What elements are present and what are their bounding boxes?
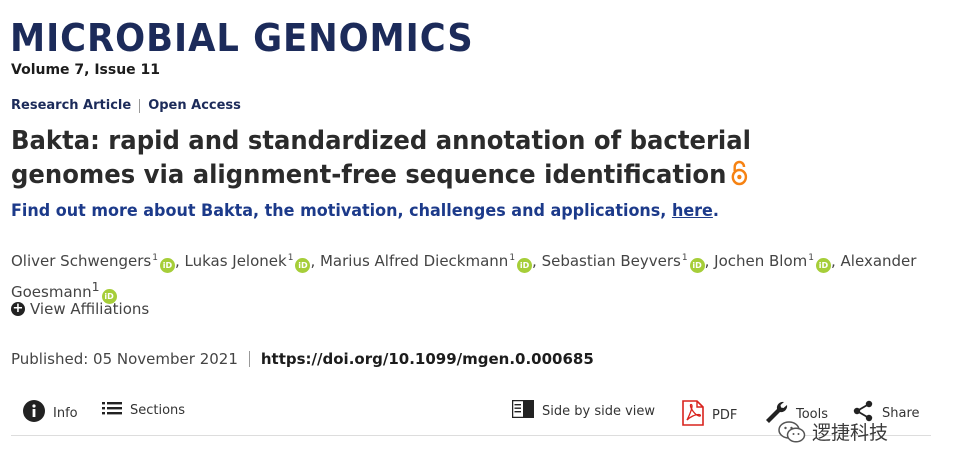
info-button[interactable]: Info xyxy=(23,400,78,426)
pdf-button[interactable]: PDF xyxy=(682,400,737,430)
author-list: Oliver Schwengers1iD, Lukas Jelonek1iD, … xyxy=(11,246,946,305)
meta-divider xyxy=(139,98,141,113)
watermark-text: 逻捷科技 xyxy=(812,422,889,444)
side-by-side-button[interactable]: Side by side view xyxy=(511,399,655,422)
author-name[interactable]: Oliver Schwengers xyxy=(11,252,151,270)
volume-issue[interactable]: Volume 7, Issue 11 xyxy=(11,62,160,78)
info-label[interactable]: Info xyxy=(53,406,78,421)
pdf-icon xyxy=(682,400,704,430)
here-link[interactable]: here xyxy=(672,201,713,221)
published-divider xyxy=(248,351,250,367)
find-out-text: Find out more about Bakta, the motivatio… xyxy=(11,201,672,221)
side-by-side-label[interactable]: Side by side view xyxy=(542,404,655,419)
view-affiliations-label[interactable]: View Affiliations xyxy=(30,300,149,318)
orcid-icon[interactable]: iD xyxy=(816,258,831,273)
find-out-more: Find out more about Bakta, the motivatio… xyxy=(11,201,719,221)
affiliation-marker: 1 xyxy=(808,253,814,263)
author[interactable]: Marius Alfred Dieckmann1iD xyxy=(320,252,533,273)
article-title: Bakta: rapid and standardized annotation… xyxy=(11,124,881,195)
author-name[interactable]: Marius Alfred Dieckmann xyxy=(320,252,508,270)
author-name[interactable]: Sebastian Beyvers xyxy=(542,252,681,270)
orcid-icon[interactable]: iD xyxy=(689,258,705,273)
affiliation-marker: 1 xyxy=(681,253,688,263)
doi-link[interactable]: https://doi.org/10.1099/mgen.0.000685 xyxy=(261,350,594,368)
author[interactable]: Lukas Jelonek1iD xyxy=(184,252,311,273)
sections-label[interactable]: Sections xyxy=(130,403,185,418)
access-type: Open Access xyxy=(148,98,241,113)
affiliation-marker: 1 xyxy=(152,253,158,263)
publication-info: Published: 05 November 2021 https://doi.… xyxy=(11,350,594,368)
orcid-icon[interactable]: iD xyxy=(159,258,175,273)
affiliation-marker: 1 xyxy=(287,253,294,263)
plus-circle-icon: + xyxy=(11,301,25,316)
orcid-icon[interactable]: iD xyxy=(517,258,533,273)
author-name[interactable]: Jochen Blom xyxy=(714,252,807,270)
watermark: 逻捷科技 xyxy=(778,418,888,445)
sections-button[interactable]: Sections xyxy=(102,400,185,420)
author-name[interactable]: Lukas Jelonek xyxy=(184,252,286,270)
pdf-label[interactable]: PDF xyxy=(712,408,737,423)
published-date: Published: 05 November 2021 xyxy=(11,350,238,368)
open-access-icon xyxy=(730,160,749,195)
author[interactable]: Jochen Blom1iD xyxy=(714,252,831,273)
info-icon xyxy=(23,400,45,426)
article-title-text: Bakta: rapid and standardized annotation… xyxy=(11,126,752,190)
article-type: Research Article xyxy=(11,98,132,113)
side-by-side-icon xyxy=(511,399,535,422)
find-out-suffix: . xyxy=(712,201,719,221)
affiliation-marker: 1 xyxy=(509,253,516,263)
orcid-icon[interactable]: iD xyxy=(295,258,311,273)
affiliation-marker: 1 xyxy=(91,279,100,294)
author[interactable]: Sebastian Beyvers1iD xyxy=(542,252,705,273)
author[interactable]: Oliver Schwengers1iD xyxy=(11,252,175,273)
journal-title[interactable]: MICROBIAL GENOMICS xyxy=(10,16,474,60)
list-icon xyxy=(102,400,122,420)
view-affiliations-toggle[interactable]: + View Affiliations xyxy=(11,300,149,318)
article-meta: Research Article Open Access xyxy=(11,98,241,113)
wechat-icon xyxy=(778,420,806,444)
